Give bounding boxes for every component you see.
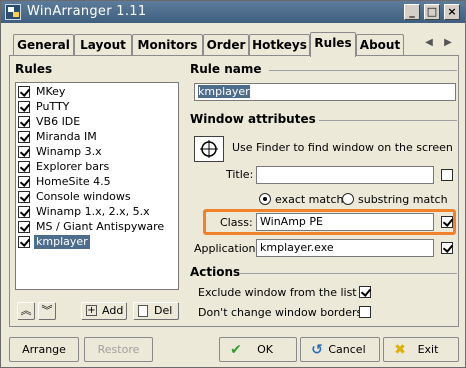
exit-label: Exit [417,343,439,356]
exact-match-radio[interactable] [259,193,271,205]
rule-label: Winamp 1.x, 2.x, 5.x [36,205,150,218]
double-chevron-down-icon: ︾ [41,304,53,317]
restore-button[interactable]: Restore [84,337,153,362]
title-bar[interactable]: WinArranger 1.11 _ □ × [1,1,465,23]
crosshair-icon [200,140,218,158]
maximize-button[interactable]: □ [424,4,440,20]
rule-checkbox[interactable] [18,221,30,233]
delete-icon [138,305,148,317]
tab-monitors[interactable]: Monitors [132,34,203,56]
tab-about[interactable]: About [356,34,404,56]
rules-list[interactable]: MKey PuTTY VB6 IDE Miranda IM Winamp 3.x… [15,82,179,290]
exit-button[interactable]: ✖ Exit [383,337,459,362]
app-icon [5,4,21,20]
arrange-button[interactable]: Arrange [9,337,79,362]
list-item[interactable]: MS / Giant Antispyware [18,220,176,235]
rule-label: Winamp 3.x [36,145,102,158]
list-item[interactable]: Explorer bars [18,160,176,175]
rule-checkbox[interactable] [18,206,30,218]
exit-x-icon: ✖ [394,342,406,358]
rule-label: HomeSite 4.5 [36,175,111,188]
list-item[interactable]: HomeSite 4.5 [18,175,176,190]
rule-label: PuTTY [36,100,70,113]
finder-hint: Use Finder to find window on the screen [232,141,453,154]
rule-checkbox[interactable] [18,131,30,143]
window-title: WinArranger 1.11 [27,4,147,19]
close-button[interactable]: × [444,4,460,20]
rules-heading: Rules [15,62,53,76]
rule-label: Console windows [36,190,131,203]
title-checkbox[interactable] [441,169,453,181]
rule-checkbox[interactable] [18,116,30,128]
add-icon: + [86,305,97,316]
divider [269,70,457,71]
add-rule-button[interactable]: + Add [81,302,127,320]
list-item[interactable]: Console windows [18,190,176,205]
list-item[interactable]: Miranda IM [18,130,176,145]
checkmark-icon: ✔ [230,342,242,358]
app-window: WinArranger 1.11 _ □ × General Layout Mo… [0,0,466,368]
list-item[interactable]: VB6 IDE [18,115,176,130]
rule-label: Explorer bars [36,160,110,173]
delete-label: Del [154,304,173,317]
tab-rules[interactable]: Rules [310,32,356,57]
rule-checkbox[interactable] [18,176,30,188]
substring-match-radio[interactable] [342,193,354,205]
finder-button[interactable] [194,136,224,162]
cancel-button[interactable]: ↺ Cancel [300,337,380,362]
rule-name-input[interactable]: kmplayer [194,83,456,101]
delete-rule-button[interactable]: Del [133,302,179,320]
rule-checkbox[interactable] [18,236,30,248]
cancel-arrow-icon: ↺ [311,342,323,358]
rule-name-value: kmplayer [198,85,250,98]
list-item-selected[interactable]: kmplayer [18,235,176,250]
exclude-checkbox[interactable] [359,286,371,298]
divider [319,120,457,121]
ok-button[interactable]: ✔ OK [219,337,297,362]
minimize-button[interactable]: _ [404,4,420,20]
tab-scroll-left-icon[interactable]: ◀ [421,34,437,52]
ok-label: OK [257,343,273,356]
application-input[interactable]: kmplayer.exe [256,239,434,257]
rule-checkbox[interactable] [18,101,30,113]
substring-match-label: substring match [358,193,448,206]
exact-match-label: exact match [275,193,344,206]
list-item[interactable]: Winamp 1.x, 2.x, 5.x [18,205,176,220]
double-chevron-up-icon: ︽ [20,304,32,317]
rule-name-heading: Rule name [190,62,262,76]
rule-label: kmplayer [34,235,90,249]
dont-change-borders-label: Don't change window borders [198,306,363,319]
rule-label: MS / Giant Antispyware [36,220,165,233]
tab-scroll-right-icon[interactable]: ▶ [440,34,456,52]
list-item[interactable]: MKey [18,85,176,100]
list-item[interactable]: Winamp 3.x [18,145,176,160]
move-down-button[interactable]: ︾ [38,302,56,320]
rule-label: Miranda IM [36,130,97,143]
tab-order[interactable]: Order [203,34,249,56]
add-label: Add [102,304,124,317]
tab-general[interactable]: General [13,34,74,56]
rule-label: VB6 IDE [36,115,81,128]
move-up-button[interactable]: ︽ [17,302,35,320]
tab-strip: General Layout Monitors Order Hotkeys Ru… [9,32,459,57]
exclude-label: Exclude window from the list [198,286,357,299]
dont-change-borders-checkbox[interactable] [359,306,371,318]
title-input[interactable] [256,166,434,184]
divider [239,273,457,274]
rule-checkbox[interactable] [18,161,30,173]
tab-hotkeys[interactable]: Hotkeys [249,34,310,56]
application-checkbox[interactable] [441,242,453,254]
application-label: Application: [194,242,260,255]
rule-label: MKey [36,85,66,98]
actions-heading: Actions [190,265,241,279]
list-item[interactable]: PuTTY [18,100,176,115]
rule-checkbox[interactable] [18,86,30,98]
rule-checkbox[interactable] [18,146,30,158]
title-label: Title: [226,168,254,181]
class-highlight-outline [203,209,456,235]
window-attributes-heading: Window attributes [190,112,316,126]
tab-layout[interactable]: Layout [74,34,132,56]
rule-checkbox[interactable] [18,191,30,203]
